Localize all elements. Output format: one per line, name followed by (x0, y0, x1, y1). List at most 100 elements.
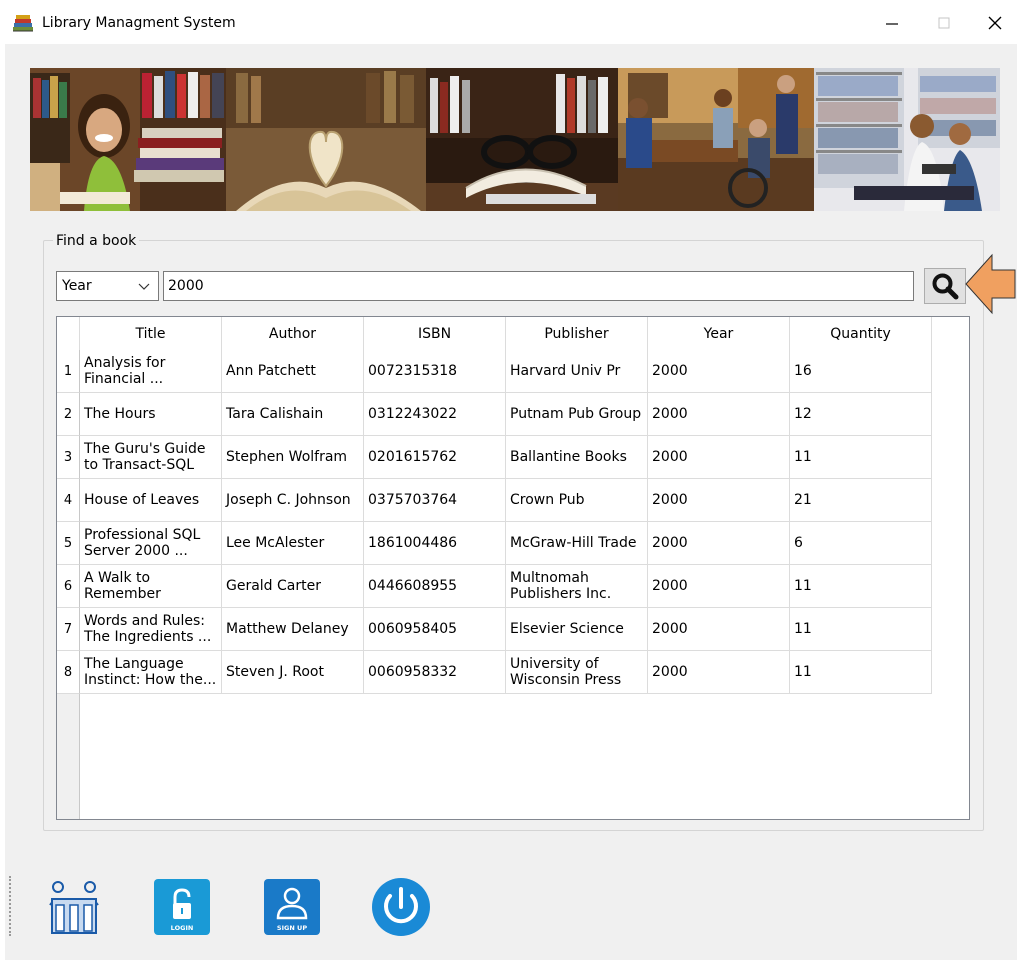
row-number[interactable]: 2 (57, 393, 80, 436)
cell-quantity[interactable]: 16 (790, 350, 932, 393)
cell-title[interactable]: The Guru's Guide to Transact-SQL (80, 436, 222, 479)
column-header-publisher[interactable]: Publisher (506, 317, 648, 350)
cell-title[interactable]: The Language Instinct: How the... (80, 651, 222, 694)
minimize-button[interactable] (872, 8, 912, 38)
search-filter-value: Year (62, 278, 92, 294)
row-number[interactable]: 6 (57, 565, 80, 608)
cell-isbn[interactable]: 1861004486 (364, 522, 506, 565)
table-row[interactable]: 2 The Hours Tara Calishain 0312243022 Pu… (57, 393, 932, 436)
pointer-arrow-annotation (965, 253, 1016, 315)
cell-quantity[interactable]: 11 (790, 565, 932, 608)
cell-title[interactable]: The Hours (80, 393, 222, 436)
cell-publisher[interactable]: Multnomah Publishers Inc. (506, 565, 648, 608)
row-number[interactable]: 1 (57, 350, 80, 393)
row-number[interactable]: 7 (57, 608, 80, 651)
column-header-year[interactable]: Year (648, 317, 790, 350)
table-row[interactable]: 3 The Guru's Guide to Transact-SQL Steph… (57, 436, 932, 479)
column-header-isbn[interactable]: ISBN (364, 317, 506, 350)
cell-author[interactable]: Stephen Wolfram (222, 436, 364, 479)
column-header-quantity[interactable]: Quantity (790, 317, 932, 350)
table-row[interactable]: 7 Words and Rules: The Ingredients ... M… (57, 608, 932, 651)
table-row[interactable]: 4 House of Leaves Joseph C. Johnson 0375… (57, 479, 932, 522)
cell-year[interactable]: 2000 (648, 608, 790, 651)
cell-quantity[interactable]: 11 (790, 608, 932, 651)
banner-girl-reading-image (30, 68, 226, 211)
cell-publisher[interactable]: Putnam Pub Group (506, 393, 648, 436)
login-button[interactable]: LOGIN (152, 877, 212, 937)
column-header-title[interactable]: Title (80, 317, 222, 350)
cell-author[interactable]: Steven J. Root (222, 651, 364, 694)
row-number[interactable]: 4 (57, 479, 80, 522)
cell-title[interactable]: Professional SQL Server 2000 ... (80, 522, 222, 565)
cell-year[interactable]: 2000 (648, 350, 790, 393)
cell-quantity[interactable]: 6 (790, 522, 932, 565)
table-row[interactable]: 6 A Walk to Remember Gerald Carter 04466… (57, 565, 932, 608)
login-label: LOGIN (171, 924, 194, 932)
cell-year[interactable]: 2000 (648, 651, 790, 694)
cell-year[interactable]: 2000 (648, 479, 790, 522)
cell-quantity[interactable]: 21 (790, 479, 932, 522)
members-button[interactable] (44, 877, 104, 937)
row-number[interactable]: 3 (57, 436, 80, 479)
banner-students-reading-image (814, 68, 1000, 211)
cell-publisher[interactable]: University of Wisconsin Press (506, 651, 648, 694)
search-filter-dropdown[interactable]: Year (56, 271, 159, 301)
users-library-icon (49, 881, 99, 934)
cell-author[interactable]: Ann Patchett (222, 350, 364, 393)
cell-year[interactable]: 2000 (648, 436, 790, 479)
cell-author[interactable]: Joseph C. Johnson (222, 479, 364, 522)
search-button[interactable] (924, 268, 966, 304)
cell-isbn[interactable]: 0072315318 (364, 350, 506, 393)
banner-library-desk-image (618, 68, 814, 211)
search-icon (932, 273, 959, 300)
cell-publisher[interactable]: Crown Pub (506, 479, 648, 522)
cell-publisher[interactable]: Harvard Univ Pr (506, 350, 648, 393)
column-header-author[interactable]: Author (222, 317, 364, 350)
cell-quantity[interactable]: 11 (790, 436, 932, 479)
row-number[interactable]: 8 (57, 651, 80, 694)
find-book-group-title: Find a book (53, 233, 140, 249)
table-row[interactable]: 8 The Language Instinct: How the... Stev… (57, 651, 932, 694)
cell-isbn[interactable]: 0446608955 (364, 565, 506, 608)
cell-isbn[interactable]: 0312243022 (364, 393, 506, 436)
power-button[interactable] (371, 877, 431, 937)
maximize-icon (938, 17, 950, 29)
cell-isbn[interactable]: 0060958332 (364, 651, 506, 694)
cell-author[interactable]: Gerald Carter (222, 565, 364, 608)
maximize-button[interactable] (924, 8, 964, 38)
search-input[interactable] (163, 271, 914, 301)
power-icon (372, 878, 430, 936)
books-app-icon (13, 15, 33, 32)
chevron-down-icon (138, 283, 150, 290)
cell-publisher[interactable]: Elsevier Science (506, 608, 648, 651)
cell-quantity[interactable]: 11 (790, 651, 932, 694)
row-number[interactable]: 5 (57, 522, 80, 565)
window-title: Library Managment System (42, 15, 236, 31)
cell-title[interactable]: Analysis for Financial ... (80, 350, 222, 393)
cell-year[interactable]: 2000 (648, 393, 790, 436)
cell-author[interactable]: Matthew Delaney (222, 608, 364, 651)
books-table: Title Author ISBN Publisher Year Quantit… (56, 316, 970, 820)
cell-isbn[interactable]: 0060958405 (364, 608, 506, 651)
cell-isbn[interactable]: 0375703764 (364, 479, 506, 522)
signup-user-icon: SIGN UP (264, 879, 320, 935)
table-row[interactable]: 5 Professional SQL Server 2000 ... Lee M… (57, 522, 932, 565)
cell-publisher[interactable]: McGraw-Hill Trade (506, 522, 648, 565)
cell-author[interactable]: Lee McAlester (222, 522, 364, 565)
close-button[interactable] (975, 8, 1015, 38)
table-header: Title Author ISBN Publisher Year Quantit… (80, 317, 932, 350)
cell-title[interactable]: Words and Rules: The Ingredients ... (80, 608, 222, 651)
cell-title[interactable]: House of Leaves (80, 479, 222, 522)
cell-year[interactable]: 2000 (648, 565, 790, 608)
cell-author[interactable]: Tara Calishain (222, 393, 364, 436)
cell-publisher[interactable]: Ballantine Books (506, 436, 648, 479)
cell-title[interactable]: A Walk to Remember (80, 565, 222, 608)
cell-year[interactable]: 2000 (648, 522, 790, 565)
signup-button[interactable]: SIGN UP (262, 877, 322, 937)
cell-isbn[interactable]: 0201615762 (364, 436, 506, 479)
cell-quantity[interactable]: 12 (790, 393, 932, 436)
toolbar-grip[interactable] (9, 876, 12, 936)
table-row[interactable]: 1 Analysis for Financial ... Ann Patchet… (57, 350, 932, 393)
close-icon (988, 16, 1002, 30)
minimize-icon (886, 23, 898, 25)
